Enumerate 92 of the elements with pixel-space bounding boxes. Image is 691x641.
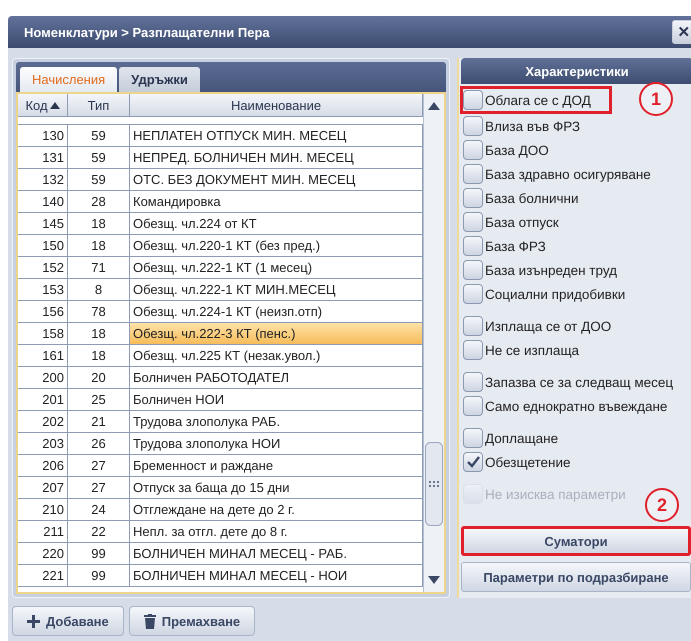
checkbox[interactable] [463, 164, 483, 184]
checkbox-item[interactable]: Влиза във ФРЗ [463, 115, 580, 137]
table-cell: 24 [68, 499, 130, 520]
checkbox-item[interactable]: База ДОО [463, 139, 549, 161]
trash-icon [144, 614, 156, 628]
panel-header: Характеристики [461, 58, 691, 84]
plus-icon [27, 614, 40, 628]
table-cell: 221 [18, 565, 68, 586]
table-cell: 140 [18, 191, 68, 212]
checkbox[interactable] [463, 316, 483, 336]
scroll-down-icon[interactable] [428, 576, 440, 584]
table-cell: 161 [18, 345, 68, 366]
remove-button[interactable]: Премахване [128, 606, 256, 636]
table-cell: 20 [68, 367, 130, 388]
checkbox[interactable] [463, 188, 483, 208]
column-header[interactable]: Тип [68, 94, 130, 116]
scrollbar[interactable] [423, 94, 444, 592]
checkbox-item[interactable]: База здравно осигуряване [463, 163, 651, 185]
table-cell: 59 [68, 169, 130, 190]
table-cell: 130 [18, 125, 68, 146]
checkbox[interactable] [463, 140, 483, 160]
checkbox-item[interactable]: Само еднократно въвеждане [463, 395, 668, 417]
checkbox[interactable] [463, 116, 483, 136]
table-cell: 59 [68, 147, 130, 168]
checkbox[interactable] [463, 284, 483, 304]
checkbox[interactable] [463, 90, 483, 110]
checkbox-item[interactable]: Социални придобивки [463, 283, 626, 305]
table-cell: 210 [18, 499, 68, 520]
checkbox[interactable] [463, 340, 483, 360]
checkbox-item[interactable]: База изънреден труд [463, 259, 618, 281]
checkbox-item[interactable]: База ФРЗ [463, 235, 546, 257]
scroll-up-icon[interactable] [428, 102, 440, 110]
checkbox-item[interactable]: Запазва се за следващ месец [463, 371, 674, 393]
table-cell[interactable]: Обезщ. чл.222-3 КТ (пенс.) [130, 323, 423, 344]
checkbox[interactable] [463, 212, 483, 232]
tab[interactable]: Удръжки [119, 67, 200, 92]
checkbox[interactable] [463, 396, 483, 416]
checkbox-item: Не изисква параметри [463, 483, 626, 505]
checkbox-item[interactable]: База болнични [463, 187, 579, 209]
scroll-thumb-icon[interactable] [425, 442, 443, 526]
table-cell: 26 [68, 433, 130, 454]
checkbox[interactable] [463, 452, 483, 472]
table-cell: 28 [68, 191, 130, 212]
table-cell: 201 [18, 389, 68, 410]
table-cell: 152 [18, 257, 68, 278]
checkbox[interactable] [463, 236, 483, 256]
table-cell: 18 [68, 235, 130, 256]
characteristics-button[interactable]: Суматори [461, 526, 691, 556]
checkbox-item[interactable]: База отпуск [463, 211, 559, 233]
table-cell: 21 [68, 411, 130, 432]
table-cell: 59 [68, 125, 130, 146]
table-cell: 203 [18, 433, 68, 454]
table-cell: 206 [18, 455, 68, 476]
table-cell: 18 [68, 345, 130, 366]
table-cell: 211 [18, 521, 68, 542]
table-cell: 8 [68, 279, 130, 300]
close-button[interactable]: ✕ [672, 20, 691, 44]
table-cell: 22 [68, 521, 130, 542]
checkbox[interactable] [463, 428, 483, 448]
table-cell: 27 [68, 455, 130, 476]
checkbox-item[interactable]: Обезщетение [463, 451, 571, 473]
table-cell: 202 [18, 411, 68, 432]
characteristics-button[interactable]: Параметри по подразбиране [461, 562, 691, 592]
checkbox-item[interactable]: Не се изплаща [463, 339, 580, 361]
table-cell: 153 [18, 279, 68, 300]
checkbox-item[interactable]: Облага се с ДОД [463, 89, 609, 111]
table-cell: 78 [68, 301, 130, 322]
checkbox-item[interactable]: Изплаща се от ДОО [463, 315, 612, 337]
table-cell: 27 [68, 477, 130, 498]
annotation-number: 2 [645, 488, 679, 522]
window-title: Номенклатури > Разплащателни Пера [24, 24, 270, 40]
checkbox[interactable] [463, 372, 483, 392]
checkbox[interactable] [463, 260, 483, 280]
table-cell: 25 [68, 389, 130, 410]
table-cell: 220 [18, 543, 68, 564]
checkbox-item[interactable]: Доплащане [463, 427, 558, 449]
table-cell: 18 [68, 213, 130, 234]
checkmark-icon [466, 456, 480, 468]
table-cell: 131 [18, 147, 68, 168]
table-cell: 156 [18, 301, 68, 322]
table-cell: 200 [18, 367, 68, 388]
table-cell: 158 [18, 323, 68, 344]
table-cell: 99 [68, 565, 130, 586]
table-cell: 150 [18, 235, 68, 256]
table-cell: 99 [68, 543, 130, 564]
column-header[interactable]: Код [18, 94, 68, 116]
annotation-number: 1 [639, 82, 673, 116]
table-cell: 71 [68, 257, 130, 278]
add-button[interactable]: Добаване [12, 606, 124, 636]
table-cell: 207 [18, 477, 68, 498]
table-cell: 145 [18, 213, 68, 234]
table-cell: 132 [18, 169, 68, 190]
